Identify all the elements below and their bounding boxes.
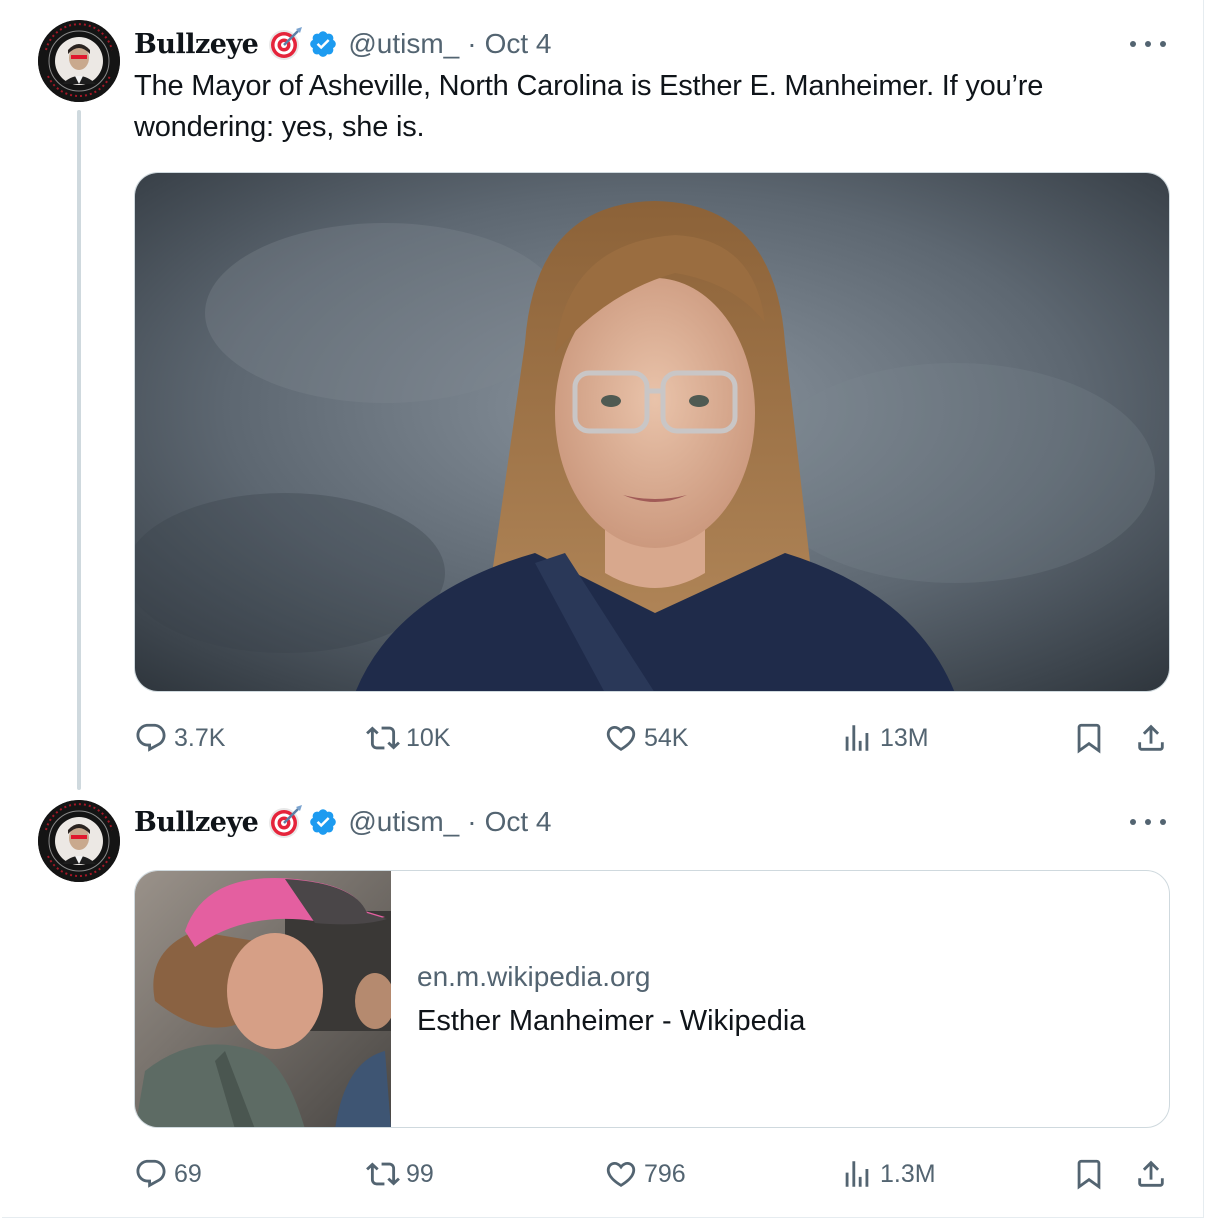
verified-badge-icon <box>308 29 338 59</box>
tweet-actions: 69 99 796 1.3M <box>134 1152 1174 1196</box>
like-icon <box>606 1161 636 1187</box>
link-domain: en.m.wikipedia.org <box>417 960 651 992</box>
bookmark-button[interactable] <box>1072 716 1106 760</box>
repost-icon <box>366 1162 400 1186</box>
repost-icon <box>366 726 400 750</box>
thread-connector <box>77 110 81 790</box>
reply-button[interactable]: 69 <box>134 1152 202 1196</box>
direct-hit-emoji <box>266 803 304 841</box>
reply-button[interactable]: 3.7K <box>134 716 225 760</box>
like-icon <box>606 725 636 751</box>
views-button[interactable]: 13M <box>840 716 929 760</box>
link-thumbnail <box>135 871 391 1127</box>
views-count: 13M <box>880 723 929 752</box>
display-name[interactable]: Bullzeye <box>134 807 259 838</box>
like-button[interactable]: 796 <box>604 1152 686 1196</box>
repost-button[interactable]: 10K <box>366 716 450 760</box>
verified-badge-icon <box>308 807 338 837</box>
views-icon <box>845 725 869 751</box>
avatar[interactable] <box>38 20 120 102</box>
repost-count: 99 <box>406 1159 434 1188</box>
tweet-header: Bullzeye @utism_ · Oct 4 <box>134 24 552 64</box>
avatar[interactable] <box>38 800 120 882</box>
like-count: 796 <box>644 1159 686 1188</box>
bookmark-button[interactable] <box>1072 1152 1106 1196</box>
reply-count: 69 <box>174 1159 202 1188</box>
like-button[interactable]: 54K <box>604 716 688 760</box>
reply-icon <box>136 723 166 752</box>
separator-dot: · <box>467 28 477 59</box>
more-icon[interactable] <box>1130 34 1166 54</box>
author-handle[interactable]: @utism_ <box>348 806 459 838</box>
repost-count: 10K <box>406 723 451 752</box>
views-button[interactable]: 1.3M <box>840 1152 936 1196</box>
bookmark-icon <box>1077 1159 1101 1190</box>
direct-hit-emoji <box>266 25 304 63</box>
share-icon <box>1138 724 1164 751</box>
tweet-photo[interactable] <box>134 172 1170 692</box>
separator-dot: · <box>467 806 477 837</box>
views-icon <box>845 1161 869 1187</box>
author-handle[interactable]: @utism_ <box>348 28 459 60</box>
reply-icon <box>136 1159 166 1188</box>
views-count: 1.3M <box>880 1159 936 1188</box>
display-name[interactable]: Bullzeye <box>134 29 259 60</box>
link-preview-card[interactable]: en.m.wikipedia.org Esther Manheimer - Wi… <box>134 870 1170 1128</box>
share-icon <box>1138 1160 1164 1187</box>
link-title[interactable]: Esther Manheimer - Wikipedia <box>417 1005 805 1038</box>
share-button[interactable] <box>1134 1152 1168 1196</box>
tweet-date[interactable]: Oct 4 <box>485 28 552 60</box>
reply-count: 3.7K <box>174 723 226 752</box>
tweet-date[interactable]: Oct 4 <box>485 806 552 838</box>
more-icon[interactable] <box>1130 812 1166 832</box>
tweet-text: The Mayor of Asheville, North Carolina i… <box>134 70 1044 143</box>
share-button[interactable] <box>1134 716 1168 760</box>
tweet-actions: 3.7K 10K 54K 13M <box>134 716 1174 760</box>
bookmark-icon <box>1077 723 1101 754</box>
like-count: 54K <box>644 723 689 752</box>
repost-button[interactable]: 99 <box>366 1152 434 1196</box>
tweet-header: Bullzeye @utism_ · Oct 4 <box>134 802 552 842</box>
